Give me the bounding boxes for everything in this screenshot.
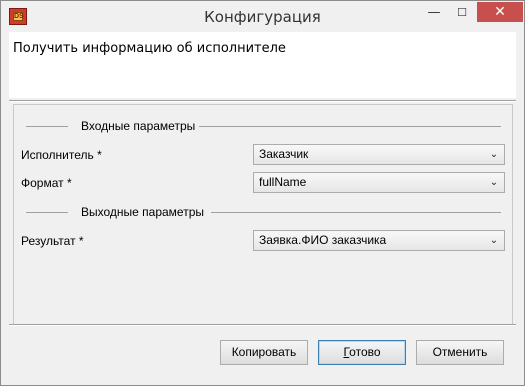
group-divider <box>211 212 501 213</box>
format-select-value: fullName <box>259 175 307 189</box>
output-parameters-label: Выходные параметры <box>81 205 205 219</box>
result-select[interactable]: Заявка.ФИО заказчика ⌄ <box>253 230 505 251</box>
group-divider <box>26 126 68 127</box>
executor-select[interactable]: Заказчик ⌄ <box>253 144 505 165</box>
chevron-down-icon: ⌄ <box>489 235 499 246</box>
dialog-header-title: Получить информацию об исполнителе <box>13 41 286 56</box>
result-select-value: Заявка.ФИО заказчика <box>259 233 387 247</box>
cancel-button[interactable]: Отменить <box>416 340 504 365</box>
close-button[interactable]: ✕ <box>477 2 523 22</box>
output-parameters-group: Выходные параметры <box>26 205 501 219</box>
format-select[interactable]: fullName ⌄ <box>253 172 505 193</box>
chevron-down-icon: ⌄ <box>489 149 499 160</box>
ok-button[interactable]: Готово <box>318 340 406 365</box>
copy-button[interactable]: Копировать <box>220 340 308 365</box>
header-divider <box>9 100 516 102</box>
input-parameters-label: Входные параметры <box>81 119 196 133</box>
executor-select-value: Заказчик <box>259 147 309 161</box>
input-parameters-group: Входные параметры <box>26 119 501 133</box>
dialog-header: Получить информацию об исполнителе <box>9 32 516 98</box>
minimize-button[interactable]: — <box>421 2 447 22</box>
result-label: Результат * <box>21 234 84 248</box>
ok-button-label: отово <box>349 345 381 359</box>
maximize-button[interactable]: ☐ <box>449 2 475 22</box>
footer-divider <box>9 324 516 326</box>
group-divider <box>26 212 68 213</box>
title-bar[interactable]: DS Конфигурация — ☐ ✕ <box>1 1 524 32</box>
chevron-down-icon: ⌄ <box>489 177 499 188</box>
configuration-dialog: DS Конфигурация — ☐ ✕ Получить информаци… <box>0 0 525 386</box>
executor-label: Исполнитель * <box>21 148 102 162</box>
format-label: Формат * <box>21 176 72 190</box>
group-divider <box>199 126 501 127</box>
